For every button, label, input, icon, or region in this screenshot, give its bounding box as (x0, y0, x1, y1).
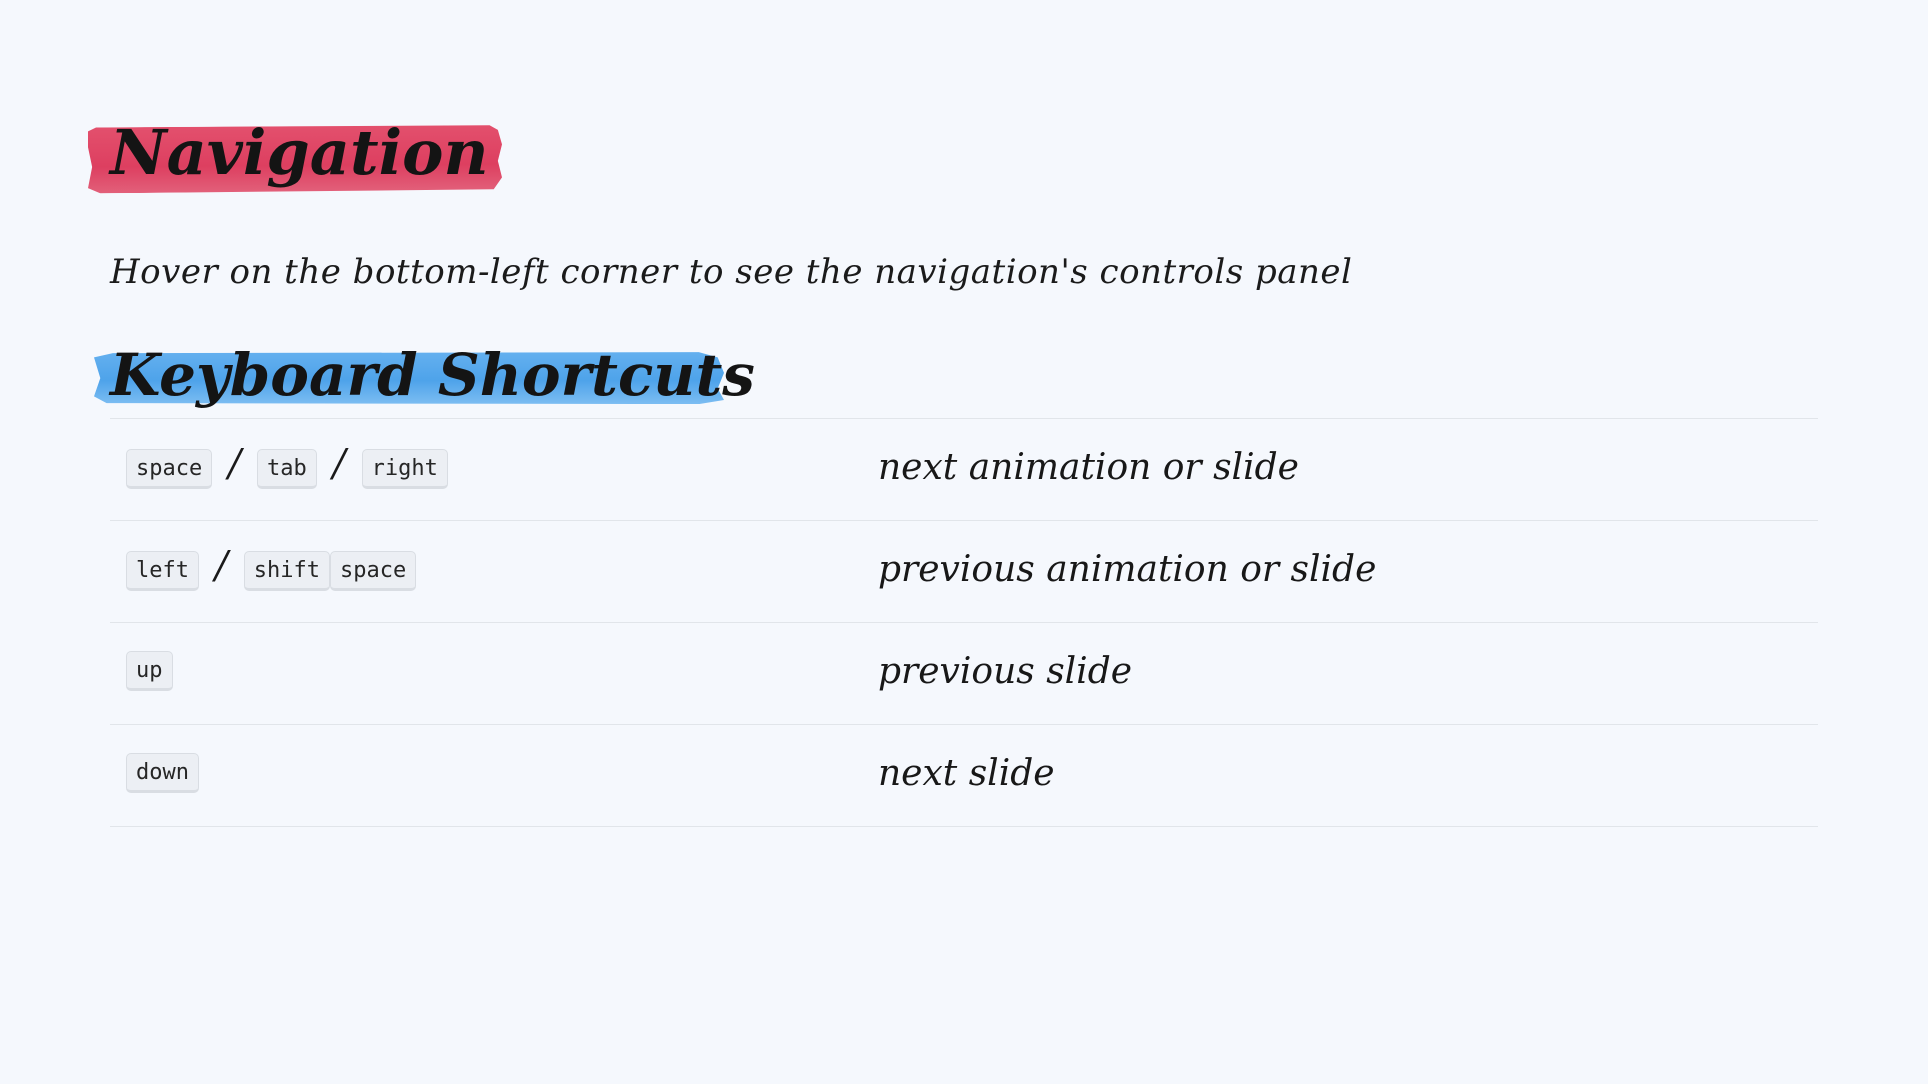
slide: Navigation Hover on the bottom-left corn… (0, 0, 1928, 1084)
key-separator: / (332, 441, 346, 485)
key-left: left (126, 551, 199, 591)
navigation-description: Hover on the bottom-left corner to see t… (110, 252, 1353, 292)
key-up: up (126, 651, 173, 691)
shortcuts-table: space / tab / right next animation or sl… (110, 418, 1818, 827)
shortcut-action: previous slide (878, 651, 1133, 692)
key-down: down (126, 753, 199, 793)
table-row: space / tab / right next animation or sl… (110, 418, 1818, 520)
key-space: space (126, 449, 213, 489)
key-separator: / (228, 441, 242, 485)
table-row: up previous slide (110, 622, 1818, 724)
navigation-heading-text: Navigation (110, 115, 489, 189)
shortcut-action: previous animation or slide (878, 549, 1377, 590)
key-separator: / (214, 543, 228, 587)
navigation-heading: Navigation (88, 120, 489, 182)
key-tab: tab (257, 449, 317, 489)
shortcut-keys: up (126, 651, 173, 691)
table-row: left / shift space previous animation or… (110, 520, 1818, 622)
key-space: space (330, 551, 417, 591)
shortcut-action: next slide (878, 753, 1055, 794)
keyboard-shortcuts-heading: Keyboard Shortcuts (94, 346, 755, 405)
shortcut-action: next animation or slide (878, 447, 1299, 488)
keyboard-shortcuts-heading-text: Keyboard Shortcuts (110, 341, 755, 410)
table-row: down next slide (110, 724, 1818, 827)
shortcut-keys: down (126, 753, 199, 793)
key-right: right (361, 449, 448, 489)
shortcut-keys: space / tab / right (126, 441, 448, 491)
key-shift: shift (243, 551, 331, 591)
shortcut-keys: left / shift space (126, 543, 417, 593)
